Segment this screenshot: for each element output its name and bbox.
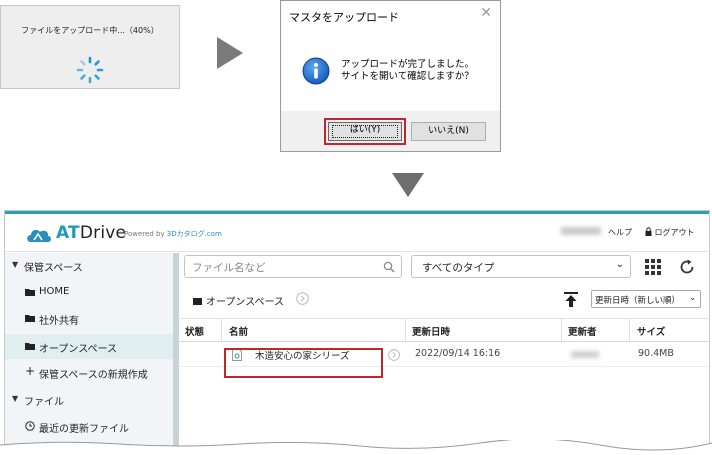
sidebar-item-label: HOME	[39, 286, 70, 297]
sidebar-header-file[interactable]: ▼ ファイル	[5, 389, 173, 411]
sidebar-item-label: 社外共有	[39, 316, 79, 327]
folder-icon	[25, 289, 35, 296]
refresh-icon[interactable]	[678, 258, 696, 276]
caret-down-icon: ▼	[12, 260, 19, 269]
sidebar-item-label: 最近の更新ファイル	[39, 424, 129, 435]
search-icon[interactable]	[383, 261, 395, 273]
user-name-blurred	[561, 227, 601, 235]
logo-text-a: AT	[56, 223, 80, 243]
table-header: 状態 名前 更新日時 更新者 サイズ	[179, 318, 709, 343]
search-placeholder: ファイル名など	[192, 262, 266, 274]
type-filter-select[interactable]: すべてのタイプ ⌄	[411, 255, 631, 278]
sidebar-item-home[interactable]: HOME	[5, 282, 173, 304]
logo-text-b: Drive	[79, 223, 127, 243]
main-content: ファイル名など すべてのタイプ ⌄ オープンスペース 更新日時（新しい順） ⌄ …	[179, 253, 709, 454]
folder-icon	[25, 315, 35, 322]
file-updated: 2022/09/14 16:16	[415, 348, 501, 359]
column-divider	[221, 319, 222, 343]
dialog-message: アップロードが完了しました。 サイトを開いて確認しますか？	[341, 59, 474, 83]
chevron-right-circle-icon[interactable]	[388, 349, 400, 361]
column-header-updated[interactable]: 更新日時	[412, 324, 450, 338]
file-row-highlight	[224, 348, 383, 378]
sidebar-header-storage[interactable]: ▼ 保管スペース	[5, 255, 173, 277]
logout-label: ログアウト	[654, 228, 695, 237]
torn-edge	[0, 440, 712, 455]
yes-button-highlight	[324, 118, 406, 145]
sidebar-item-open-space[interactable]: オープンスペース	[5, 334, 173, 359]
folder-icon	[193, 298, 202, 305]
arrow-right-icon	[217, 37, 243, 69]
powered-by-label: Powered by	[124, 230, 167, 238]
dialog-title: マスタをアップロード	[289, 11, 399, 24]
column-header-size[interactable]: サイズ	[637, 324, 665, 338]
dialog-message-line2: サイトを開いて確認しますか？	[341, 71, 474, 82]
no-button[interactable]: いいえ(N)	[411, 122, 486, 141]
sidebar-item-new-storage[interactable]: + 保管スペースの新規作成	[5, 362, 173, 384]
sidebar-item-label: オープンスペース	[39, 344, 117, 355]
sidebar-header-label: 保管スペース	[24, 263, 83, 274]
upload-icon[interactable]	[564, 292, 578, 307]
dialog-message-line1: アップロードが完了しました。	[341, 59, 475, 70]
logout-link[interactable]: ログアウト	[645, 227, 695, 238]
clock-icon	[25, 421, 35, 431]
sidebar-item-label: 保管スペースの新規作成	[39, 370, 148, 381]
breadcrumb-label: オープンスペース	[206, 297, 284, 308]
sort-select[interactable]: 更新日時（新しい順） ⌄	[591, 290, 701, 308]
powered-by-brand[interactable]: 3Dカタログ.com	[167, 230, 222, 238]
breadcrumb[interactable]: オープンスペース	[193, 293, 284, 308]
chevron-right-circle-icon[interactable]	[296, 292, 309, 305]
type-filter-value: すべてのタイプ	[422, 262, 495, 274]
sidebar-item-external-share[interactable]: 社外共有	[5, 308, 173, 330]
search-input[interactable]: ファイル名など	[184, 255, 402, 278]
lock-icon	[645, 227, 652, 236]
column-header-status[interactable]: 状態	[185, 324, 204, 338]
atdrive-window: ATDrive Powered by 3Dカタログ.com ヘルプ ログアウト …	[4, 210, 710, 455]
file-updater-blurred	[571, 351, 599, 358]
sidebar-header-label: ファイル	[24, 397, 64, 408]
upload-progress-text: ファイルをアップロード中...（40%）	[21, 26, 159, 35]
info-icon	[302, 57, 330, 85]
spinner-icon	[76, 56, 104, 84]
app-header: ATDrive Powered by 3Dカタログ.com ヘルプ ログアウト	[5, 214, 709, 252]
no-button-label: いいえ(N)	[428, 126, 469, 136]
column-divider	[405, 319, 406, 343]
help-link[interactable]: ヘルプ	[608, 227, 632, 238]
chevron-down-icon: ⌄	[689, 293, 696, 302]
column-divider	[561, 319, 562, 343]
sidebar: ▼ 保管スペース HOME 社外共有 オープンスペース + 保管スペースの新規作…	[5, 253, 173, 454]
grid-view-icon[interactable]	[645, 259, 661, 275]
close-icon[interactable]: ✕	[480, 5, 492, 21]
caret-down-icon: ▼	[12, 394, 19, 403]
cloud-logo-icon	[27, 229, 51, 242]
column-header-updater[interactable]: 更新者	[568, 324, 597, 338]
powered-by: Powered by 3Dカタログ.com	[124, 229, 222, 239]
file-size: 90.4MB	[638, 348, 674, 359]
chevron-down-icon: ⌄	[615, 259, 624, 270]
upload-progress-panel: ファイルをアップロード中...（40%）	[0, 5, 180, 89]
column-header-name[interactable]: 名前	[229, 324, 248, 338]
arrow-down-icon	[392, 173, 424, 197]
sidebar-item-recent-files[interactable]: 最近の更新ファイル	[5, 416, 173, 438]
folder-icon	[25, 343, 35, 350]
plus-icon: +	[25, 364, 36, 378]
sort-value: 更新日時（新しい順）	[595, 296, 681, 306]
app-logo-text[interactable]: ATDrive	[56, 223, 126, 243]
column-divider	[629, 319, 630, 343]
